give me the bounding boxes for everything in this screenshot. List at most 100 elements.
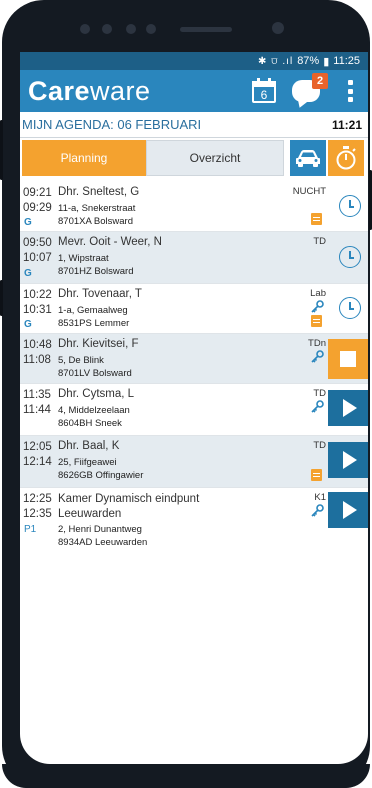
postal-city: 8701HZ Bolsward [58, 266, 134, 277]
care-code: K1 [314, 492, 326, 503]
client-name: Dhr. Tovenaar, T [58, 288, 142, 300]
end-time: 10:31 [23, 304, 52, 316]
care-letter: G [24, 217, 32, 228]
tab-planning[interactable]: Planning [22, 140, 146, 176]
client-address: 1-a, Gemaalweg 8531PS Lemmer [58, 304, 129, 330]
end-time: 12:35 [23, 508, 52, 520]
client-name: Dhr. Sneltest, G [58, 186, 140, 198]
start-time: 10:22 [23, 289, 52, 301]
client-name: Dhr. Baal, K [58, 440, 120, 452]
bixby-button [0, 280, 3, 316]
phone-frame: ✱ ⩌ .ıl 87% ▮ 11:25 Careware 6 2 MIJN AG… [0, 0, 372, 788]
clock-icon[interactable] [339, 297, 361, 319]
front-camera-icon [272, 22, 284, 34]
care-code: TD [313, 388, 326, 399]
key-icon [311, 350, 324, 363]
key-icon [311, 300, 324, 313]
status-time: 11:25 [333, 55, 360, 67]
appointment-row[interactable]: 11:35 11:44 Dhr. Cytsma, L 4, Middelzeel… [20, 384, 368, 436]
appointment-row[interactable]: 09:50 10:07 G Mevr. Ooit - Weer, N 1, Wi… [20, 232, 368, 284]
play-icon [343, 451, 357, 469]
agenda-current-time: 11:21 [331, 117, 362, 132]
menu-dot [347, 97, 353, 102]
calendar-day: 6 [260, 88, 268, 102]
phone-bottom-bezel [2, 764, 370, 788]
sensor-icon [146, 24, 156, 34]
care-code: NUCHT [292, 186, 326, 197]
key-icon [311, 400, 324, 413]
start-time: 11:35 [23, 389, 51, 401]
agenda-header: MIJN AGENDA: 06 FEBRUARI 11:21 [20, 112, 368, 138]
stop-icon [340, 351, 356, 367]
menu-dot [347, 88, 353, 94]
sensor-icon [126, 24, 136, 34]
calendar-bar [252, 81, 276, 87]
care-code: Lab [310, 288, 326, 299]
end-time: 09:29 [23, 202, 52, 214]
stopwatch-icon [336, 146, 356, 170]
end-time: 11:44 [23, 404, 51, 416]
tab-overzicht[interactable]: Overzicht [146, 140, 284, 176]
client-name: Kamer Dynamisch eindpunt Leeuwarden [58, 492, 199, 522]
end-time: 12:14 [23, 456, 52, 468]
appointment-times: 12:05 12:14 [23, 440, 59, 470]
calendar-icon[interactable]: 6 [250, 77, 278, 105]
appointment-times: 12:25 12:35 [23, 492, 59, 522]
client-address: 25, Fiifgeawei 8626GB Offingawier [58, 456, 143, 482]
start-time: 09:50 [23, 237, 52, 249]
status-bar: ✱ ⩌ .ıl 87% ▮ 11:25 [20, 52, 368, 70]
start-time: 12:05 [23, 441, 52, 453]
start-visit-button[interactable] [328, 492, 368, 528]
car-button[interactable] [290, 140, 326, 176]
postal-city: 8604BH Sneek [58, 418, 122, 429]
sensor-icon [102, 24, 112, 34]
key-icon [311, 504, 324, 517]
street: 5, De Blink [58, 355, 104, 366]
play-icon [343, 501, 357, 519]
car-icon [296, 150, 320, 167]
appointment-row[interactable]: 10:48 11:08 Dhr. Kievitsei, F 5, De Blin… [20, 334, 368, 384]
phone-top-bezel [2, 0, 370, 54]
appointment-row[interactable]: 09:21 09:29 G Dhr. Sneltest, G 11-a, Sne… [20, 182, 368, 232]
play-icon [343, 399, 357, 417]
menu-dot [347, 80, 353, 85]
start-visit-button[interactable] [328, 442, 368, 478]
start-time: 09:21 [23, 187, 52, 199]
clock-icon[interactable] [339, 195, 361, 217]
appointment-row[interactable]: 12:25 12:35 P1 Kamer Dynamisch eindpunt … [20, 488, 368, 556]
care-code: TD [313, 236, 326, 247]
logo-light-text: ware [90, 75, 151, 106]
street: 25, Fiifgeawei [58, 457, 117, 468]
app-bar: Careware 6 2 [20, 70, 368, 112]
tabs-row: Planning Overzicht [20, 138, 368, 176]
volume-button [0, 120, 3, 180]
postal-city: 8626GB Offingawier [58, 470, 144, 481]
battery-icon: ▮ [323, 55, 330, 68]
overflow-menu-icon[interactable] [347, 80, 353, 102]
client-address: 11-a, Snekerstraat 8701XA Bolsward [58, 202, 135, 228]
care-letter: G [24, 268, 32, 279]
client-name-line2: Leeuwarden [58, 508, 122, 520]
care-code: TD [313, 440, 326, 451]
appointment-row[interactable]: 12:05 12:14 Dhr. Baal, K 25, Fiifgeawei … [20, 436, 368, 488]
street: 1-a, Gemaalweg [58, 305, 128, 316]
postal-city: 8701XA Bolsward [58, 216, 133, 227]
client-address: 5, De Blink 8701LV Bolsward [58, 354, 132, 380]
end-time: 11:08 [23, 354, 51, 366]
street: 2, Henri Dunantweg [58, 524, 142, 535]
appointment-times: 09:21 09:29 [23, 186, 59, 216]
street: 1, Wipstraat [58, 253, 109, 264]
stop-button[interactable] [328, 339, 368, 379]
client-address: 4, Middelzeelaan 8604BH Sneek [58, 404, 130, 430]
postal-city: 8531PS Lemmer [58, 318, 130, 329]
note-icon [311, 469, 322, 481]
earpiece-speaker [180, 27, 232, 32]
appointment-row[interactable]: 10:22 10:31 G Dhr. Tovenaar, T 1-a, Gema… [20, 284, 368, 334]
clock-icon[interactable] [339, 246, 361, 268]
start-visit-button[interactable] [328, 390, 368, 426]
calendar-ring [257, 78, 260, 84]
timer-button[interactable] [328, 140, 364, 176]
careware-logo: Careware [28, 76, 151, 107]
logo-bold-text: Care [28, 75, 91, 106]
appointment-times: 11:35 11:44 [23, 388, 59, 418]
